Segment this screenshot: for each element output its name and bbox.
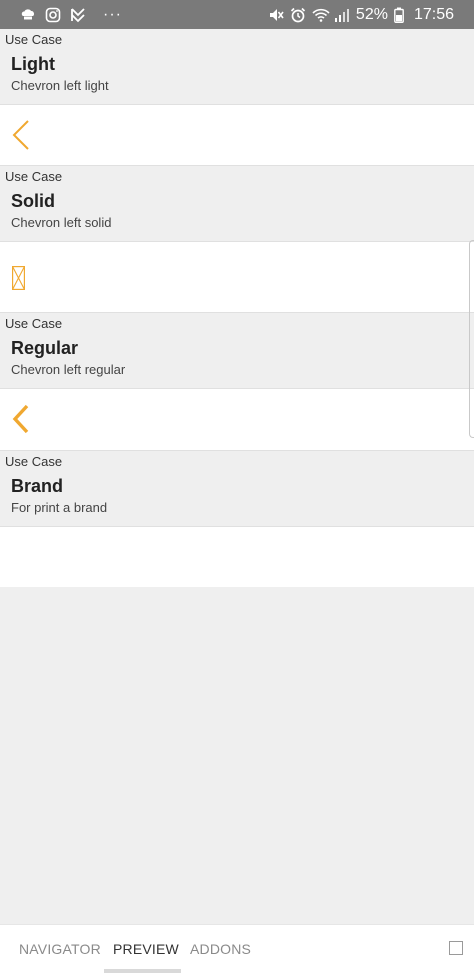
- toggle-checkbox[interactable]: [449, 941, 463, 955]
- wifi-icon: [312, 7, 330, 23]
- use-case-light: Use Case Light Chevron left light: [0, 29, 474, 104]
- chevron-left-regular-icon: [11, 403, 31, 440]
- use-case-title: Regular: [11, 338, 79, 358]
- tab-addons[interactable]: ADDONS: [190, 941, 251, 957]
- use-case-label: Use Case: [5, 32, 63, 47]
- tab-navigator[interactable]: NAVIGATOR: [19, 941, 101, 957]
- status-bar-left: ···: [20, 5, 122, 23]
- use-case-label: Use Case: [5, 316, 63, 331]
- use-case-description: Chevron left light: [11, 78, 109, 93]
- alarm-icon: [290, 7, 306, 23]
- icon-preview-row-empty: [0, 527, 474, 587]
- use-case-label: Use Case: [5, 169, 63, 184]
- use-case-title: Brand: [11, 476, 64, 496]
- bottom-tab-bar: NAVIGATOR PREVIEW ADDONS: [0, 924, 474, 974]
- active-tab-indicator: [104, 969, 181, 973]
- signal-icon: [334, 7, 350, 23]
- battery-percent: 52%: [355, 5, 388, 23]
- status-bar-right: 52% 17:56: [268, 5, 454, 23]
- use-case-description: Chevron left solid: [11, 215, 112, 230]
- tab-preview[interactable]: PREVIEW: [113, 941, 179, 957]
- icon-preview-row: [0, 242, 474, 312]
- use-case-description: For print a brand: [11, 500, 108, 515]
- status-bar: ··· 52% 17:56: [0, 0, 474, 29]
- icon-preview-row: [0, 389, 474, 450]
- use-case-regular: Use Case Regular Chevron left regular: [0, 313, 474, 388]
- chef-hat-icon: [20, 7, 36, 23]
- use-case-label: Use Case: [5, 454, 63, 469]
- use-case-brand: Use Case Brand For print a brand: [0, 451, 474, 526]
- scroll-handle[interactable]: [469, 240, 474, 438]
- use-case-description: Chevron left regular: [11, 362, 126, 377]
- clock-time: 17:56: [413, 5, 454, 23]
- overflow-dots: ···: [103, 5, 122, 23]
- mute-icon: [268, 7, 284, 23]
- missing-glyph-icon: [12, 266, 26, 295]
- instagram-icon: [45, 7, 61, 23]
- use-case-title: Light: [11, 54, 55, 74]
- use-case-title: Solid: [11, 191, 55, 211]
- battery-icon: [394, 7, 404, 23]
- icon-preview-row: [0, 105, 474, 165]
- chevron-left-light-icon: [11, 119, 31, 156]
- bookmark-v-icon: [70, 7, 86, 23]
- use-case-solid: Use Case Solid Chevron left solid: [0, 166, 474, 241]
